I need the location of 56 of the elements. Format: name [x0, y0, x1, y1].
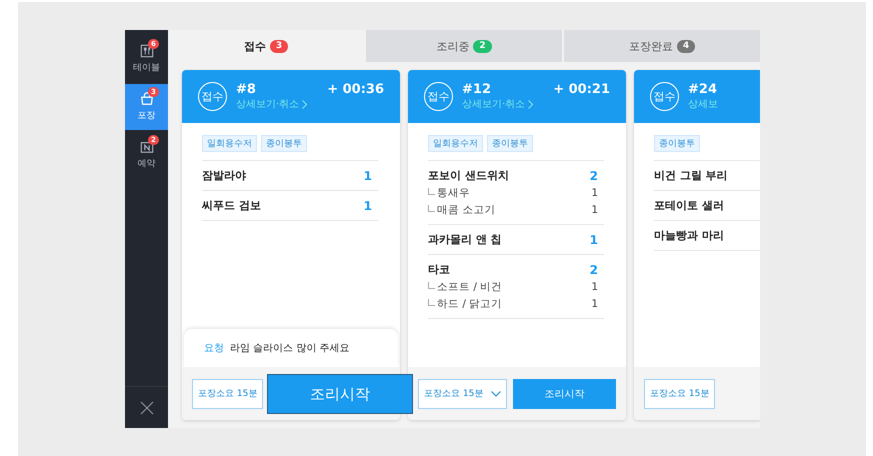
count-badge: 3 [270, 40, 288, 52]
menu-item-name: 타코 [428, 262, 450, 277]
item-quantity: 1 [590, 232, 598, 246]
order-number: #12 [462, 82, 492, 97]
option-quantity: 1 [591, 298, 598, 310]
prep-time-dropdown[interactable]: 포장소요 15분 [644, 378, 716, 408]
menu-item-name: 씨푸드 검보 [202, 198, 261, 213]
menu-item-name: 포보이 샌드위치 [428, 168, 509, 183]
status-stamp: 접수 [650, 82, 679, 111]
option-quantity: 1 [591, 204, 598, 216]
details-link[interactable]: 상세보기·취소 [236, 97, 308, 111]
elapsed-time: + 00:21 [553, 82, 610, 97]
start-cooking-button[interactable]: 조리시작 [267, 374, 413, 414]
prep-time-dropdown[interactable]: 포장소요 15분 [418, 378, 508, 408]
option-quantity: 1 [591, 281, 598, 293]
request-text: 라임 슬라이스 많이 주세요 [230, 342, 350, 355]
chevron-right-icon [302, 100, 308, 108]
option-name: 하드 / 닭고기 [428, 297, 502, 311]
option-name: 통새우 [428, 186, 470, 200]
request-label: 요청 [204, 342, 224, 355]
count-badge: 2 [473, 40, 492, 52]
status-stamp: 접수 [424, 82, 453, 111]
chevron-right-icon [528, 100, 534, 108]
bag-icon [140, 92, 154, 106]
tab[interactable]: 포장완료 4 [564, 30, 760, 62]
tab[interactable]: 조리중 2 [366, 30, 562, 62]
item-quantity: 1 [364, 198, 372, 212]
close-icon[interactable] [140, 400, 154, 414]
tag: 일회용수저 [428, 135, 483, 152]
option-name: 매콤 소고기 [428, 203, 496, 217]
prep-time-dropdown[interactable]: 포장소요 15분 [192, 378, 264, 408]
count-badge: 4 [676, 40, 696, 52]
chevron-down-icon [491, 390, 502, 396]
menu-item-name: 포테이토 샐러 [654, 198, 724, 213]
item-quantity: 2 [590, 262, 598, 276]
elapsed-time: + 00:36 [327, 82, 384, 97]
tag: 일회용수저 [202, 135, 257, 152]
menu-item-name: 과카몰리 앤 칩 [428, 232, 502, 247]
status-stamp: 접수 [198, 82, 227, 111]
table-icon [140, 44, 154, 58]
menu-item-name: 잠발라야 [202, 168, 246, 183]
item-quantity: 2 [590, 168, 598, 182]
tag: 종이봉투 [261, 135, 307, 152]
menu-item-name: 마늘빵과 마리 [654, 228, 724, 243]
order-number: #8 [236, 82, 257, 97]
details-link[interactable]: 상세보 [688, 97, 718, 111]
tag: 종이봉투 [654, 135, 700, 152]
tag: 종이봉투 [487, 135, 533, 152]
option-name: 소프트 / 비건 [428, 280, 502, 294]
start-cooking-button[interactable]: 조리시작 [513, 378, 616, 408]
letter-n-icon [140, 140, 154, 154]
item-quantity: 1 [364, 168, 372, 182]
details-link[interactable]: 상세보기·취소 [462, 97, 534, 111]
menu-item-name: 비건 그릴 부리 [654, 168, 728, 183]
option-quantity: 1 [591, 187, 598, 199]
order-number: #24 [688, 82, 718, 97]
